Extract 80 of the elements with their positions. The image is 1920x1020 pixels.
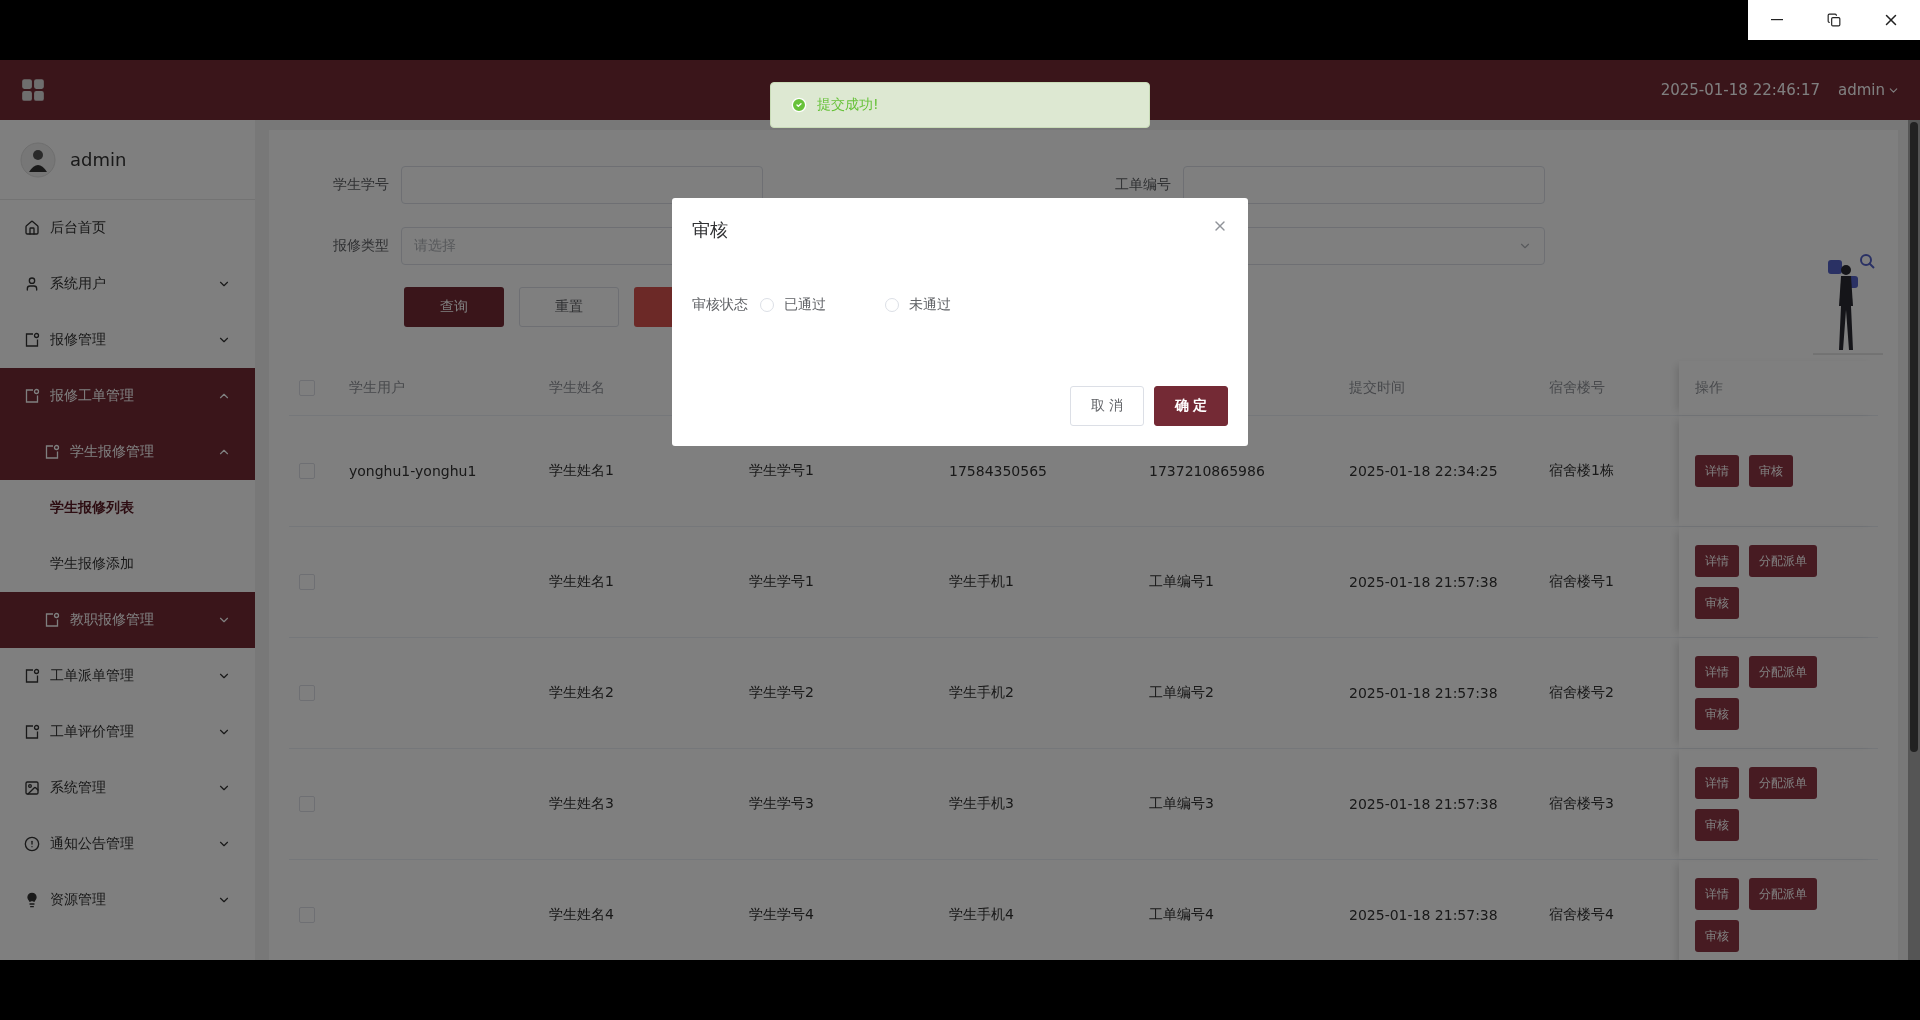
table-cell-text: 学生姓名2: [549, 684, 615, 702]
table-cell-text: 宿舍楼号4: [1549, 906, 1615, 924]
avatar-icon: [20, 141, 56, 178]
action-button[interactable]: 审核: [1695, 587, 1739, 619]
image-icon: [24, 780, 40, 796]
menu-item[interactable]: 教职报修管理: [0, 592, 255, 648]
table-cell-text: 学生学号1: [749, 573, 815, 591]
document-icon: [24, 332, 40, 348]
success-toast: 提交成功!: [770, 82, 1150, 128]
action-button[interactable]: 分配派单: [1749, 656, 1817, 688]
search-button[interactable]: 查询: [404, 287, 504, 327]
table-cell-text: 宿舍楼号3: [1549, 795, 1615, 813]
document-icon: [24, 388, 40, 404]
action-button[interactable]: 审核: [1695, 698, 1739, 730]
document-icon: [24, 724, 40, 740]
table-cell-text: 1737210865986: [1149, 463, 1266, 479]
check-icon: [791, 97, 807, 113]
table-cell-text: 宿舍楼号2: [1549, 684, 1615, 702]
table-cell-text: 2025-01-18 21:57:38: [1349, 574, 1499, 590]
table-cell-text: 学生手机1: [949, 573, 1015, 591]
table-cell-text: 工单编号1: [1149, 573, 1215, 591]
user-menu[interactable]: admin: [1838, 81, 1900, 99]
menu-item[interactable]: 学生报修管理: [0, 424, 255, 480]
table-cell-text: 学生姓名1: [549, 462, 615, 480]
table-cell-text: 学生学号1: [749, 462, 815, 480]
scrollbar[interactable]: [1908, 120, 1920, 960]
radio-option[interactable]: 已通过: [760, 296, 873, 314]
table-cell-text: 工单编号4: [1149, 906, 1215, 924]
field-label: 审核状态: [692, 296, 748, 314]
datetime-text: 2025-01-18 22:46:17: [1660, 81, 1820, 99]
table-cell-text: 学生姓名1: [549, 573, 615, 591]
user-icon: [24, 276, 40, 292]
action-button[interactable]: 审核: [1749, 455, 1793, 487]
table-cell-text: 2025-01-18 21:57:38: [1349, 907, 1499, 923]
field-label: 学生学号: [332, 176, 389, 194]
user-name: admin: [1838, 81, 1885, 99]
table-cell-text: 学生姓名4: [549, 906, 615, 924]
lightbulb-icon: [24, 892, 40, 908]
table-cell-text: 2025-01-18 21:57:38: [1349, 796, 1499, 812]
field-label: 工单编号: [1114, 176, 1171, 194]
table-cell-text: 2025-01-18 22:34:25: [1349, 463, 1499, 479]
table-cell-text: 工单编号2: [1149, 684, 1215, 702]
user-name: admin: [70, 149, 127, 170]
home-icon: [24, 220, 40, 236]
minimize-icon: [1770, 19, 1783, 21]
table-cell-text: 学生姓名3: [549, 795, 615, 813]
table-cell-text: 学生学号4: [749, 906, 815, 924]
table-cell-text: 学生手机2: [949, 684, 1015, 702]
field-label: 报修类型: [332, 237, 389, 255]
action-button[interactable]: 详情: [1695, 545, 1739, 577]
cancel-button[interactable]: 取 消: [1070, 386, 1144, 426]
table-cell-text: 宿舍楼号1: [1549, 573, 1615, 591]
table-cell-text: 学生学号3: [749, 795, 815, 813]
table-cell-text: 2025-01-18 21:57:38: [1349, 685, 1499, 701]
table-cell-text: 工单编号3: [1149, 795, 1215, 813]
action-button[interactable]: 详情: [1695, 656, 1739, 688]
action-button[interactable]: 分配派单: [1749, 878, 1817, 910]
radio-option[interactable]: 未通过: [885, 296, 998, 314]
table-cell-text: 学生学号2: [749, 684, 815, 702]
table-cell-text: 宿舍楼1栋: [1549, 462, 1615, 480]
action-button[interactable]: 分配派单: [1749, 545, 1817, 577]
table-cell-text: 学生手机4: [949, 906, 1015, 924]
action-button[interactable]: 分配派单: [1749, 767, 1817, 799]
alert-icon: [24, 836, 40, 852]
document-icon: [44, 612, 60, 628]
table-cell-text: 学生手机3: [949, 795, 1015, 813]
action-button[interactable]: 详情: [1695, 878, 1739, 910]
table-cell-text: yonghu1-yonghu1: [349, 463, 478, 479]
action-button[interactable]: 详情: [1695, 455, 1739, 487]
reset-button[interactable]: 重置: [519, 287, 619, 327]
restore-icon: [1827, 13, 1841, 27]
action-button[interactable]: 详情: [1695, 767, 1739, 799]
action-button[interactable]: 审核: [1695, 809, 1739, 841]
document-icon: [24, 668, 40, 684]
confirm-button[interactable]: 确 定: [1154, 386, 1228, 426]
menu-icon[interactable]: [20, 77, 46, 103]
table-cell-text: 17584350565: [949, 463, 1048, 479]
document-icon: [44, 444, 60, 460]
action-button[interactable]: 审核: [1695, 920, 1739, 952]
menu-item[interactable]: 报修工单管理: [0, 368, 255, 424]
